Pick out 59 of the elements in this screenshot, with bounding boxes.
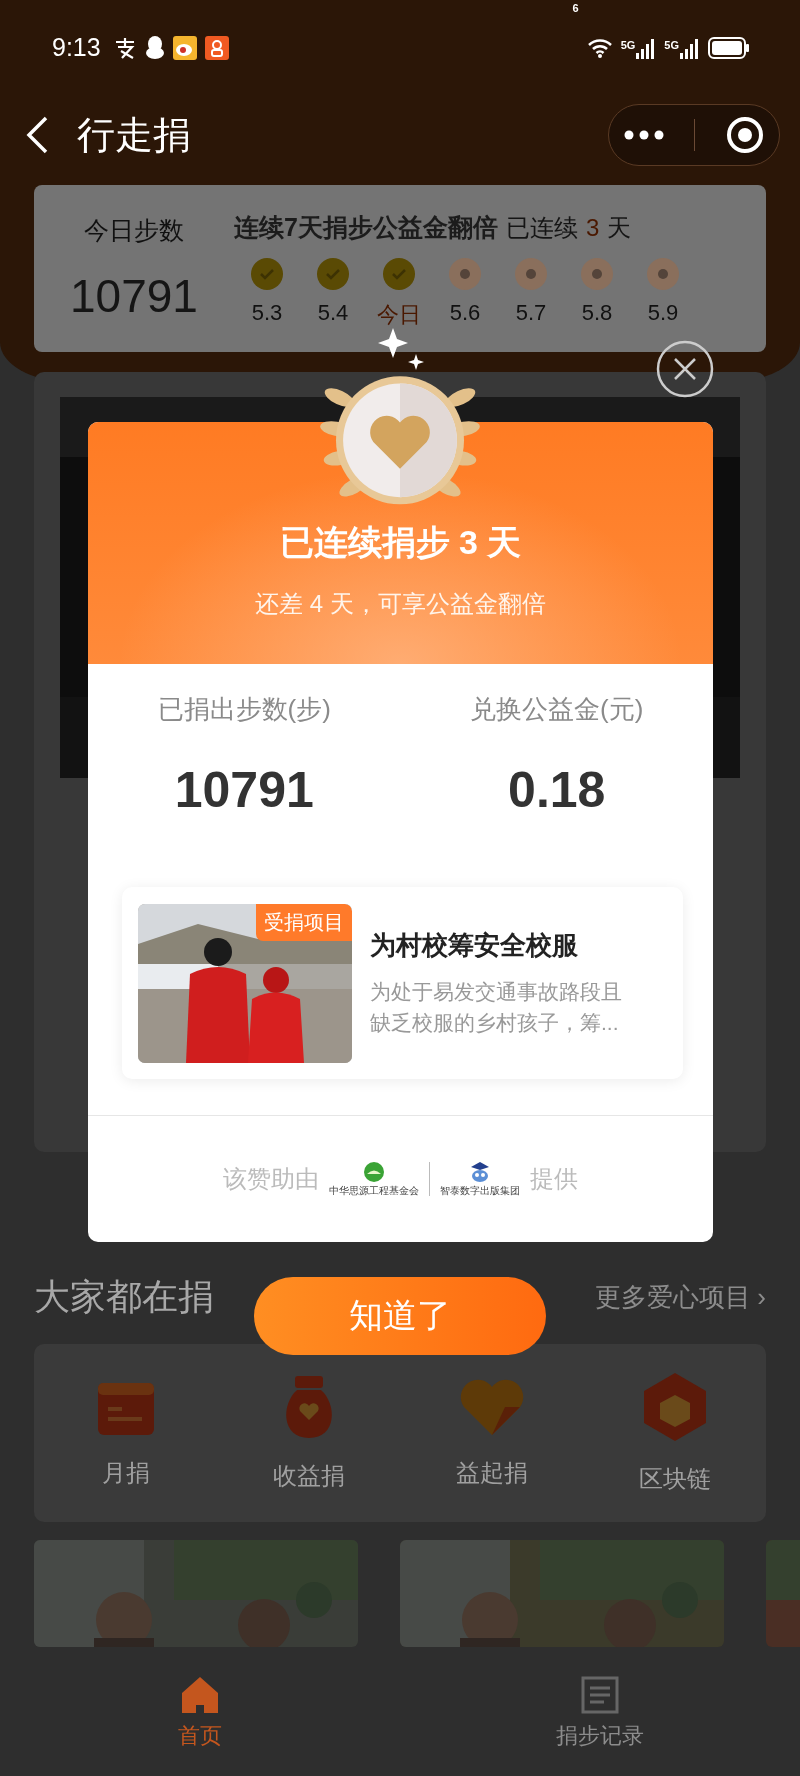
streak-title: 连续7天捐步公益金翻倍: [234, 212, 498, 243]
owl-logo-icon: [469, 1160, 491, 1183]
stat-label: 已捐出步数(步): [157, 693, 331, 726]
network-label: 5G: [664, 38, 679, 51]
project-title: 为村校筹安全校服: [370, 929, 579, 963]
day-label: 5.4: [317, 300, 349, 326]
list-icon: [580, 1675, 620, 1715]
sponsor-text: 提供: [530, 1164, 578, 1194]
status-time: 9:13: [52, 33, 101, 62]
heart-icon: [458, 1377, 525, 1437]
foundation-logo-icon: [363, 1160, 385, 1183]
steps-count: 10791: [70, 269, 198, 323]
day-label: 5.6: [449, 300, 481, 326]
tab-item[interactable]: 首页: [0, 1663, 400, 1751]
project-card[interactable]: 受捐项目 为村校筹安全校服 为处于易发交通事故路段且缺乏校服的乡村孩子，筹...: [122, 887, 683, 1079]
logo-caption: 中华思源工程基金会: [329, 1183, 419, 1198]
streak-text: 天: [607, 213, 632, 243]
steps-label: 今日步数: [84, 215, 184, 246]
penguin-icon: [144, 35, 165, 60]
more-icon[interactable]: [624, 130, 665, 140]
app-icon: [172, 35, 197, 60]
sparkle-icon: [378, 328, 424, 370]
more-link[interactable]: 更多爱心项目 ›: [595, 1279, 766, 1315]
app-icon: [204, 35, 229, 60]
cube-icon: [641, 1371, 708, 1443]
day-label: 5.7: [515, 300, 547, 326]
wifi-icon: [586, 36, 613, 59]
stat-label: 兑换公益金(元): [470, 693, 644, 726]
section-title: 大家都在捐: [34, 1274, 214, 1319]
signal-icon: [680, 36, 700, 59]
home-icon: [180, 1675, 220, 1715]
stat-value: 10791: [174, 761, 314, 819]
dialog-subtitle: 还差 4 天，可享公益金翻倍: [255, 589, 546, 619]
close-button[interactable]: [656, 340, 714, 398]
dialog-title: 已连续捐步 3 天: [279, 522, 522, 563]
network-label: 5G: [620, 38, 636, 51]
streak-text: 已连续: [505, 213, 578, 243]
category-item[interactable]: 区块链: [599, 1371, 750, 1495]
category-item[interactable]: 益起捐: [416, 1377, 567, 1489]
got-it-button[interactable]: 知道了: [254, 1277, 546, 1355]
day-label: 今日: [377, 301, 421, 329]
streak-count: 3: [585, 214, 600, 242]
tab-item[interactable]: 捐步记录: [400, 1663, 800, 1751]
day-label: 5.9: [647, 300, 679, 326]
wifi-label: 6: [572, 2, 579, 14]
signal-icon: [636, 36, 657, 59]
page-title: 行走捐: [77, 112, 191, 158]
category-item[interactable]: 月捐: [50, 1377, 201, 1489]
project-description: 为处于易发交通事故路段且缺乏校服的乡村孩子，筹...: [370, 979, 623, 1036]
day-label: 5.8: [581, 300, 613, 326]
logo-caption: 智泰数字出版集团: [440, 1183, 520, 1198]
battery-icon: [708, 36, 750, 59]
project-tag: 受捐项目: [256, 903, 352, 941]
stat-value: 0.18: [508, 761, 606, 819]
category-item[interactable]: 收益捐: [233, 1374, 384, 1492]
back-icon[interactable]: [25, 115, 49, 155]
day-label: 5.3: [251, 300, 283, 326]
sponsor-text: 该赞助由: [223, 1164, 319, 1194]
target-icon[interactable]: [725, 116, 764, 154]
